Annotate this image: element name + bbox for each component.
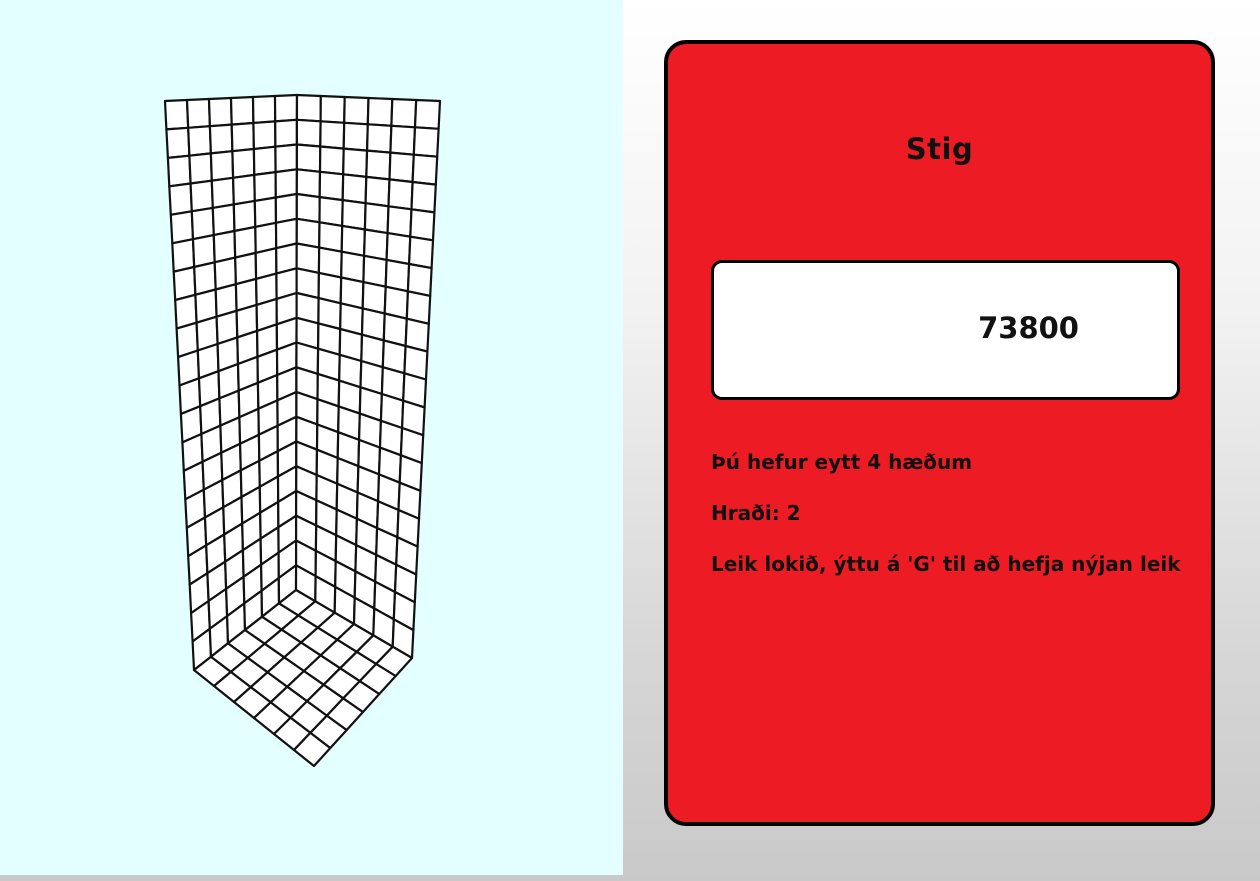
game-over-message: Leik lokið, ýttu á 'G' til að hefja nýja…: [711, 552, 1181, 576]
left-wall-cell: [188, 152, 213, 185]
left-wall-cell: [166, 154, 192, 188]
left-wall-cell: [207, 96, 233, 128]
left-wall-cell: [210, 176, 235, 209]
left-wall-cell: [274, 143, 298, 174]
left-wall-cell: [252, 120, 277, 151]
left-wall-cell: [273, 93, 299, 123]
left-wall-cell: [163, 98, 190, 131]
right-wall-cell: [366, 123, 393, 154]
right-wall-cell: [408, 235, 435, 270]
left-wall-cell: [251, 94, 277, 125]
right-wall-cell: [319, 94, 346, 124]
left-wall-cell: [209, 150, 235, 182]
right-wall-cell: [342, 147, 369, 178]
left-wall-cell: [229, 95, 255, 126]
right-wall-cell: [385, 232, 412, 266]
right-wall-cell: [388, 151, 415, 184]
left-wall-cell: [190, 206, 215, 241]
right-wall-cell: [295, 143, 322, 173]
right-wall-cell: [318, 170, 345, 202]
right-wall-cell: [342, 121, 369, 152]
left-wall-cell: [169, 210, 195, 245]
right-wall-cell: [318, 145, 345, 176]
right-wall-cell: [318, 196, 344, 227]
left-wall-cell: [230, 121, 255, 153]
right-wall-cell: [295, 118, 322, 148]
score-title: Stig: [905, 132, 974, 166]
tetris-well-grid: [163, 93, 442, 768]
right-wall-cell: [410, 180, 437, 214]
left-wall-cell: [185, 97, 211, 129]
left-wall-cell: [253, 171, 277, 202]
right-wall-cell: [295, 168, 322, 199]
left-wall-cell: [187, 125, 212, 157]
right-wall-cell: [364, 175, 391, 208]
game-canvas[interactable]: [0, 0, 623, 875]
right-wall-cell: [366, 96, 394, 127]
left-wall-cell: [274, 118, 298, 148]
score-panel: Stig 73800 Þú hefur eytt 4 hæðum Hraði: …: [664, 40, 1215, 826]
score-value: 73800: [978, 311, 1079, 345]
right-wall-cell: [319, 120, 346, 150]
left-wall-cell: [168, 182, 193, 216]
right-wall-cell: [389, 124, 417, 156]
left-wall-cell: [232, 173, 256, 206]
right-wall-cell: [390, 97, 418, 129]
left-wall-cell: [165, 126, 191, 159]
right-wall-cell: [387, 178, 414, 211]
right-wall-cell: [341, 199, 367, 231]
right-wall-cell: [412, 126, 440, 158]
left-wall-cell: [211, 203, 236, 237]
left-wall-cell: [231, 147, 256, 179]
score-box: 73800: [711, 260, 1180, 400]
right-wall-cell: [295, 192, 321, 224]
left-wall-cell: [208, 123, 234, 155]
left-wall-cell: [189, 179, 214, 213]
right-wall-cell: [411, 153, 439, 186]
left-wall-cell: [252, 145, 277, 176]
rows-cleared-text: Þú hefur eytt 4 hæðum: [711, 450, 973, 474]
right-wall-cell: [413, 98, 442, 130]
right-wall-cell: [343, 95, 370, 126]
right-wall-cell: [363, 202, 390, 235]
right-wall-cell: [365, 149, 392, 181]
right-wall-cell: [409, 208, 436, 242]
right-wall-cell: [386, 205, 413, 238]
speed-text: Hraði: 2: [711, 501, 801, 525]
right-wall-cell: [295, 93, 322, 123]
right-wall-cell: [341, 173, 368, 205]
left-wall-cell: [274, 168, 298, 199]
